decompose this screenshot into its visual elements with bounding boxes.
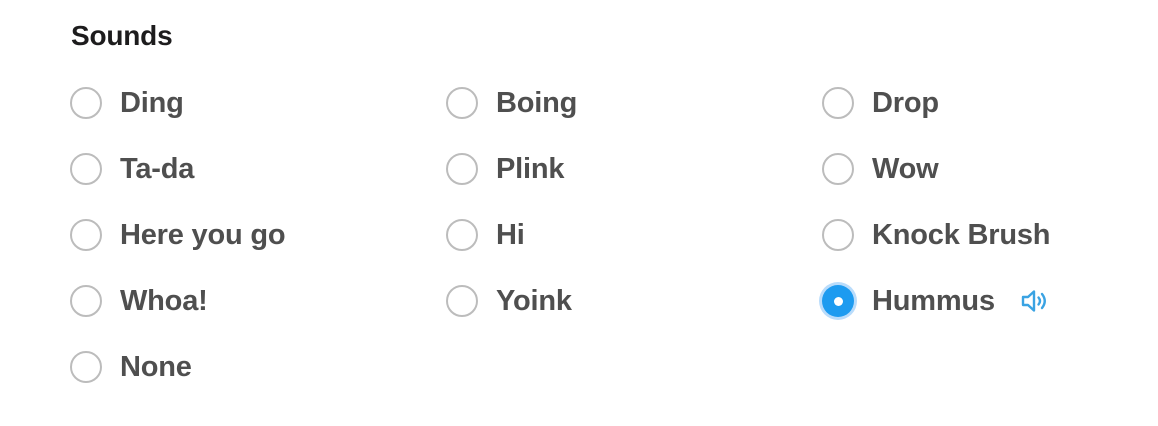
sounds-heading: Sounds <box>71 20 173 51</box>
radio-wow[interactable] <box>822 153 854 185</box>
sound-option-hummus[interactable]: Hummus <box>822 279 1122 323</box>
radio-plink[interactable] <box>446 153 478 185</box>
radio-yoink[interactable] <box>446 285 478 317</box>
sound-label-yoink: Yoink <box>496 284 572 317</box>
sound-label-hi: Hi <box>496 218 525 251</box>
radio-ding[interactable] <box>70 87 102 119</box>
sound-option-drop[interactable]: Drop <box>822 81 1122 125</box>
sound-option-boing[interactable]: Boing <box>446 81 822 125</box>
radio-boing[interactable] <box>446 87 478 119</box>
speaker-icon[interactable] <box>1021 288 1051 314</box>
radio-none[interactable] <box>70 351 102 383</box>
sound-label-plink: Plink <box>496 152 565 185</box>
sound-option-knock-brush[interactable]: Knock Brush <box>822 213 1122 257</box>
radio-hi[interactable] <box>446 219 478 251</box>
sound-option-none[interactable]: None <box>70 345 446 389</box>
sound-label-wow: Wow <box>872 152 939 185</box>
sound-label-drop: Drop <box>872 86 939 119</box>
sound-option-here-you-go[interactable]: Here you go <box>70 213 446 257</box>
sound-option-whoa[interactable]: Whoa! <box>70 279 446 323</box>
sound-option-wow[interactable]: Wow <box>822 147 1122 191</box>
sound-option-hi[interactable]: Hi <box>446 213 822 257</box>
radio-here-you-go[interactable] <box>70 219 102 251</box>
sound-option-ding[interactable]: Ding <box>70 81 446 125</box>
sound-label-ta-da: Ta-da <box>120 152 195 185</box>
radio-ta-da[interactable] <box>70 153 102 185</box>
radio-knock-brush[interactable] <box>822 219 854 251</box>
sound-option-ta-da[interactable]: Ta-da <box>70 147 446 191</box>
sound-label-whoa: Whoa! <box>120 284 208 317</box>
radio-whoa[interactable] <box>70 285 102 317</box>
sound-label-knock-brush: Knock Brush <box>872 218 1051 251</box>
sound-label-ding: Ding <box>120 86 184 119</box>
sound-option-yoink[interactable]: Yoink <box>446 279 822 323</box>
sound-option-plink[interactable]: Plink <box>446 147 822 191</box>
sound-label-none: None <box>120 350 192 383</box>
sound-label-here-you-go: Here you go <box>120 218 286 251</box>
sound-label-boing: Boing <box>496 86 578 119</box>
radio-hummus-selected[interactable] <box>822 285 854 317</box>
sound-options-group: Ding Boing Drop Ta-da Plink Wow Here you… <box>70 81 1122 411</box>
radio-drop[interactable] <box>822 87 854 119</box>
sound-label-hummus: Hummus <box>872 284 995 317</box>
